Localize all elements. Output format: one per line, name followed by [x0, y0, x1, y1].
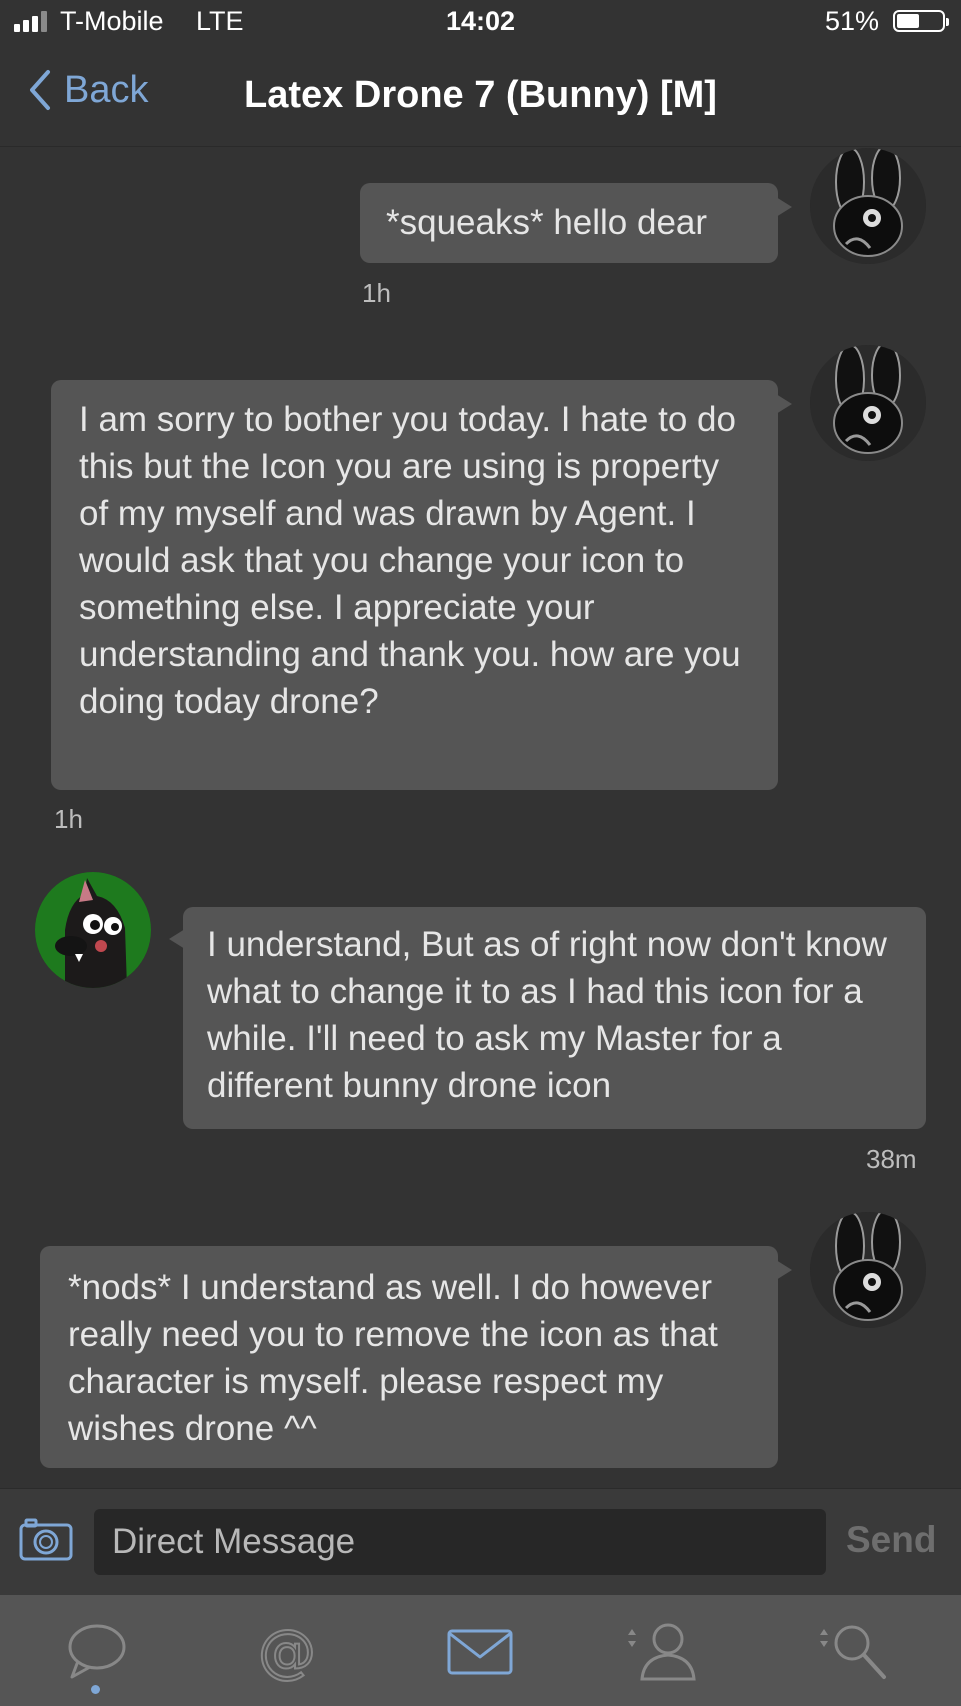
user-sort-icon[interactable] — [620, 1621, 700, 1683]
battery-percent: 51% — [824, 6, 879, 36]
message-timestamp: 1h — [362, 278, 391, 308]
clock: 14:02 — [445, 6, 516, 36]
back-label: Back — [64, 68, 149, 111]
tab-bar: @ — [0, 1595, 961, 1706]
message-timestamp: 1h — [54, 804, 83, 834]
message-timestamp: 38m — [866, 1144, 917, 1174]
message-bubble: I am sorry to bother you today. I hate t… — [51, 380, 792, 790]
message-bubble: I understand, But as of right now don't … — [169, 907, 926, 1129]
svg-text:@: @ — [258, 1621, 316, 1683]
message-text: *nods* I understand as well. I do howeve… — [68, 1268, 718, 1448]
message-bubble: *nods* I understand as well. I do howeve… — [40, 1246, 792, 1468]
search-sort-icon[interactable] — [812, 1621, 892, 1683]
mention-icon[interactable]: @ — [252, 1616, 322, 1686]
bunny-drone-avatar[interactable] — [810, 345, 926, 461]
bunny-drone-avatar[interactable] — [810, 148, 926, 264]
message-text: *squeaks* hello dear — [386, 203, 708, 242]
message-bubble: *squeaks* hello dear — [360, 183, 792, 263]
wolf-avatar[interactable] — [35, 872, 151, 988]
message-input-container — [94, 1509, 826, 1575]
chevron-left-icon — [30, 70, 50, 110]
send-button[interactable]: Send — [846, 1519, 936, 1561]
battery-icon — [893, 10, 949, 32]
navigation-bar: Back Latex Drone 7 (Bunny) [M] — [0, 44, 961, 147]
camera-icon[interactable] — [18, 1515, 74, 1563]
conversation-title: Latex Drone 7 (Bunny) [M] — [244, 74, 717, 116]
mail-icon[interactable] — [445, 1621, 515, 1683]
message-text: I am sorry to bother you today. I hate t… — [79, 400, 741, 721]
message-text: I understand, But as of right now don't … — [207, 925, 887, 1105]
message-input[interactable] — [94, 1509, 826, 1575]
bunny-drone-avatar[interactable] — [810, 1212, 926, 1328]
active-tab-indicator — [91, 1685, 100, 1694]
status-bar: T-Mobile LTE 14:02 51% — [0, 0, 961, 44]
back-button[interactable]: Back — [28, 68, 148, 112]
chat-icon[interactable] — [62, 1621, 132, 1683]
message-composer: Send — [0, 1488, 961, 1595]
